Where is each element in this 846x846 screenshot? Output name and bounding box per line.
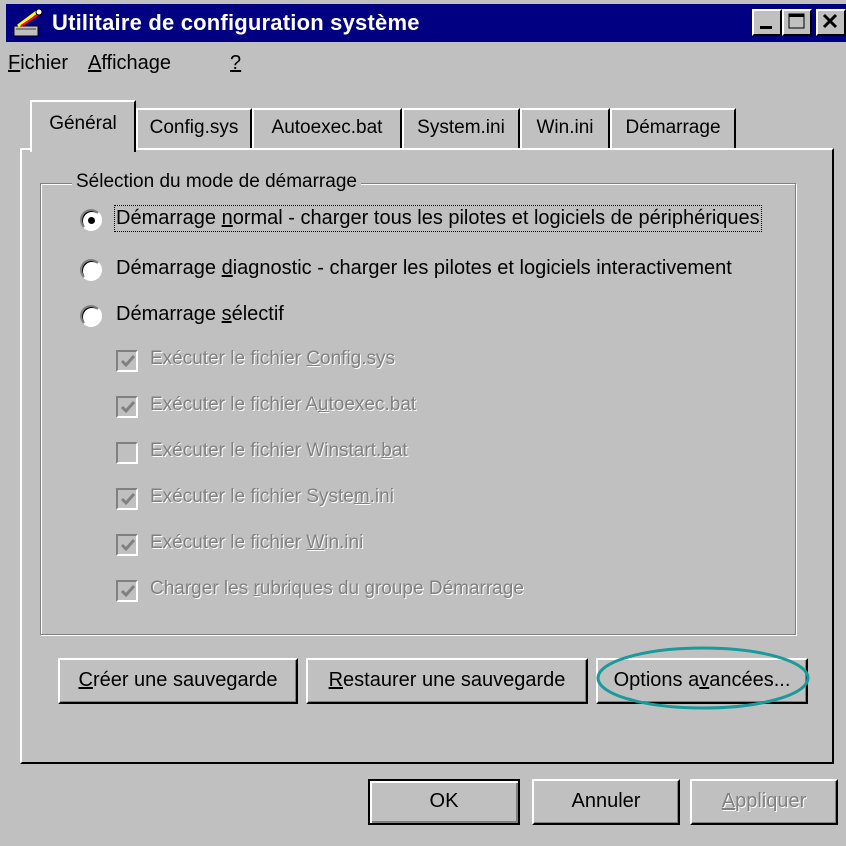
tab-autoexec-bat[interactable]: Autoexec.bat — [252, 108, 402, 148]
advanced-options-button[interactable]: Options avancées... — [596, 658, 808, 704]
menu-help[interactable]: ? — [230, 52, 241, 75]
checkbox[interactable] — [116, 396, 138, 418]
close-button[interactable] — [816, 9, 846, 36]
title-bar[interactable]: Utilitaire de configuration système — [6, 4, 846, 42]
checkbox[interactable] — [116, 488, 138, 510]
tab-general[interactable]: Général — [30, 100, 136, 152]
tab-system-ini[interactable]: System.ini — [402, 108, 520, 148]
system-config-window: Utilitaire de configuration système Fich… — [0, 0, 846, 846]
apply-button[interactable]: Appliquer — [690, 779, 838, 825]
menu-affichage[interactable]: Affichage — [88, 52, 171, 75]
radio-button[interactable] — [80, 209, 102, 231]
minimize-button[interactable] — [752, 9, 782, 36]
checkbox-label: Exécuter le fichier Win.ini — [150, 532, 364, 553]
checkmark-icon — [120, 585, 136, 598]
checkbox-label: Exécuter le fichier Autoexec.bat — [150, 394, 417, 415]
maximize-button[interactable] — [782, 9, 812, 36]
create-backup-button[interactable]: Créer une sauvegarde — [58, 658, 298, 704]
checkbox-label: Exécuter le fichier Winstart.bat — [150, 440, 408, 461]
maximize-icon — [788, 13, 805, 29]
checkbox-label: Exécuter le fichier System.ini — [150, 486, 394, 507]
close-icon — [822, 13, 838, 29]
checkbox-label: Charger les rubriques du groupe Démarrag… — [150, 578, 524, 599]
radio-label: Démarrage normal - charger tous les pilo… — [114, 205, 762, 232]
checkmark-icon — [120, 401, 136, 414]
radio-label: Démarrage sélectif — [116, 303, 284, 325]
group-legend: Sélection du mode de démarrage — [72, 171, 361, 193]
checkmark-icon — [120, 539, 136, 552]
menu-fichier[interactable]: Fichier — [8, 52, 68, 75]
restore-backup-button[interactable]: Restaurer une sauvegarde — [306, 658, 588, 704]
checkbox[interactable] — [116, 580, 138, 602]
radio-label: Démarrage diagnostic - charger les pilot… — [116, 257, 732, 279]
radio-dot-icon — [88, 217, 95, 224]
cancel-button[interactable]: Annuler — [532, 779, 680, 825]
ok-button[interactable]: OK — [368, 779, 520, 825]
checkbox-label: Exécuter le fichier Config.sys — [150, 348, 396, 369]
checkmark-icon — [120, 493, 136, 506]
checkmark-icon — [120, 355, 136, 368]
radio-button[interactable] — [80, 305, 102, 327]
minimize-icon — [760, 26, 772, 29]
tab-demarrage[interactable]: Démarrage — [610, 108, 736, 148]
window-title: Utilitaire de configuration système — [52, 10, 420, 35]
checkbox[interactable] — [116, 350, 138, 372]
checkbox[interactable] — [116, 442, 138, 464]
msconfig-icon — [12, 8, 44, 38]
tab-config-sys[interactable]: Config.sys — [136, 108, 252, 148]
checkbox[interactable] — [116, 534, 138, 556]
radio-button[interactable] — [80, 259, 102, 281]
tab-win-ini[interactable]: Win.ini — [520, 108, 610, 148]
